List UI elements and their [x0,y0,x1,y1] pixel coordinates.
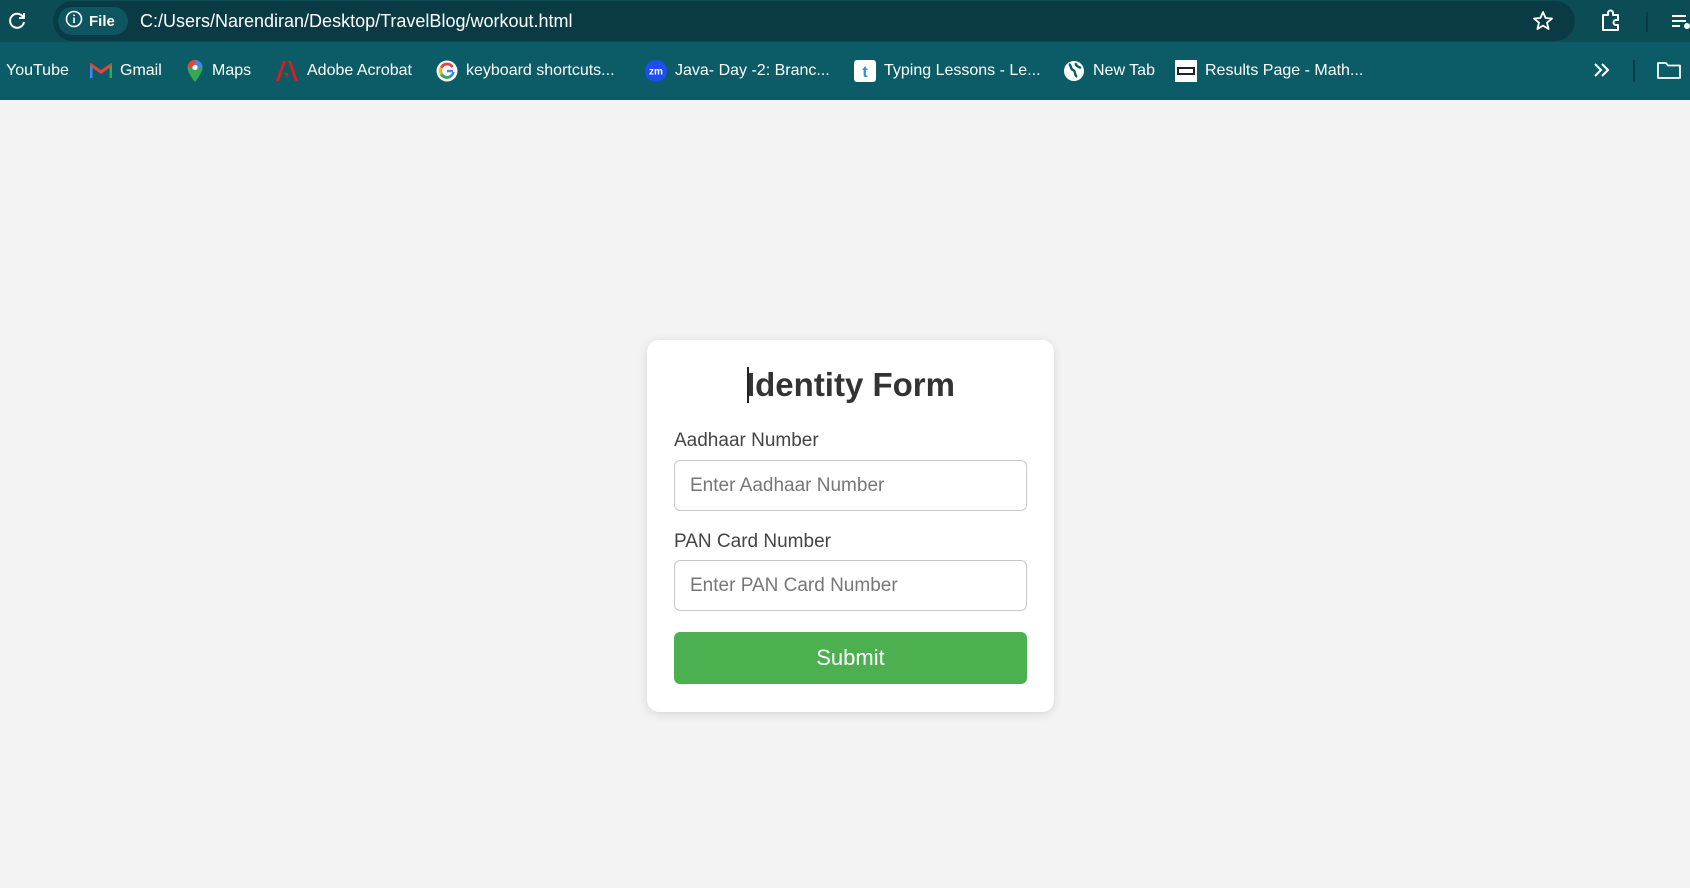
globe-icon [1064,61,1084,81]
gmail-icon [90,63,112,78]
toolbar-divider [1646,12,1648,32]
bookmark-label: Java- Day -2: Branc... [675,62,830,79]
url-text[interactable]: C:/Users/Narendiran/Desktop/TravelBlog/w… [140,11,573,32]
bookmarks-bar: YouTube Gmail Maps Adobe Acrobat keyboar… [0,42,1690,100]
aadhaar-input[interactable] [674,460,1027,511]
identity-form-card: Identity Form Aadhaar Number PAN Card Nu… [647,340,1054,712]
site-chip-label: File [89,12,115,30]
pan-label: PAN Card Number [674,531,831,552]
star-icon[interactable] [1531,9,1555,33]
reload-icon[interactable] [6,10,28,32]
puzzle-icon[interactable] [1598,8,1624,34]
bookmark-gmail[interactable]: Gmail [90,57,162,85]
acrobat-icon [276,61,298,81]
svg-text:t: t [862,64,868,81]
zoom-icon: zm [645,60,667,82]
text-cursor [747,367,749,403]
bookmark-java-day-2[interactable]: zm Java- Day -2: Branc... [645,57,830,85]
bookmark-maps[interactable]: Maps [186,57,251,85]
svg-text:zm: zm [649,67,663,78]
form-title: Identity Form [745,366,955,403]
google-icon [436,60,458,82]
bookmark-label: Results Page - Math... [1205,62,1364,79]
pan-input[interactable] [674,560,1027,611]
submit-button[interactable]: Submit [674,632,1027,684]
bookmark-label: Maps [212,62,252,79]
bookmark-label: keyboard shortcuts... [466,62,615,79]
bookmark-youtube[interactable]: YouTube [6,57,69,85]
bookmark-label: Gmail [120,62,162,79]
bookmark-keyboard-shortcuts[interactable]: keyboard shortcuts... [436,57,615,85]
bookmark-new-tab[interactable]: New Tab [1063,57,1155,85]
info-icon [65,10,83,32]
bookmark-label: Typing Lessons - Le... [884,62,1041,79]
chevron-double-right-icon[interactable] [1590,58,1614,82]
site-info-chip[interactable]: File [58,7,128,35]
bookmark-label: Adobe Acrobat [307,62,412,79]
aadhaar-label: Aadhaar Number [674,430,819,451]
folder-icon[interactable] [1656,58,1682,82]
bookmark-typing-lessons[interactable]: t Typing Lessons - Le... [854,57,1041,85]
maps-pin-icon [187,60,203,82]
reading-list-icon[interactable] [1670,10,1690,32]
bookmark-results-page[interactable]: Results Page - Math... [1175,57,1363,85]
results-icon [1175,60,1197,82]
typing-icon: t [854,60,876,82]
bookmark-label: YouTube [6,62,69,79]
bookmark-label: New Tab [1093,62,1155,79]
bookmark-adobe-acrobat[interactable]: Adobe Acrobat [275,57,412,85]
browser-toolbar: File C:/Users/Narendiran/Desktop/TravelB… [0,0,1690,42]
bookmarks-divider [1633,60,1635,82]
